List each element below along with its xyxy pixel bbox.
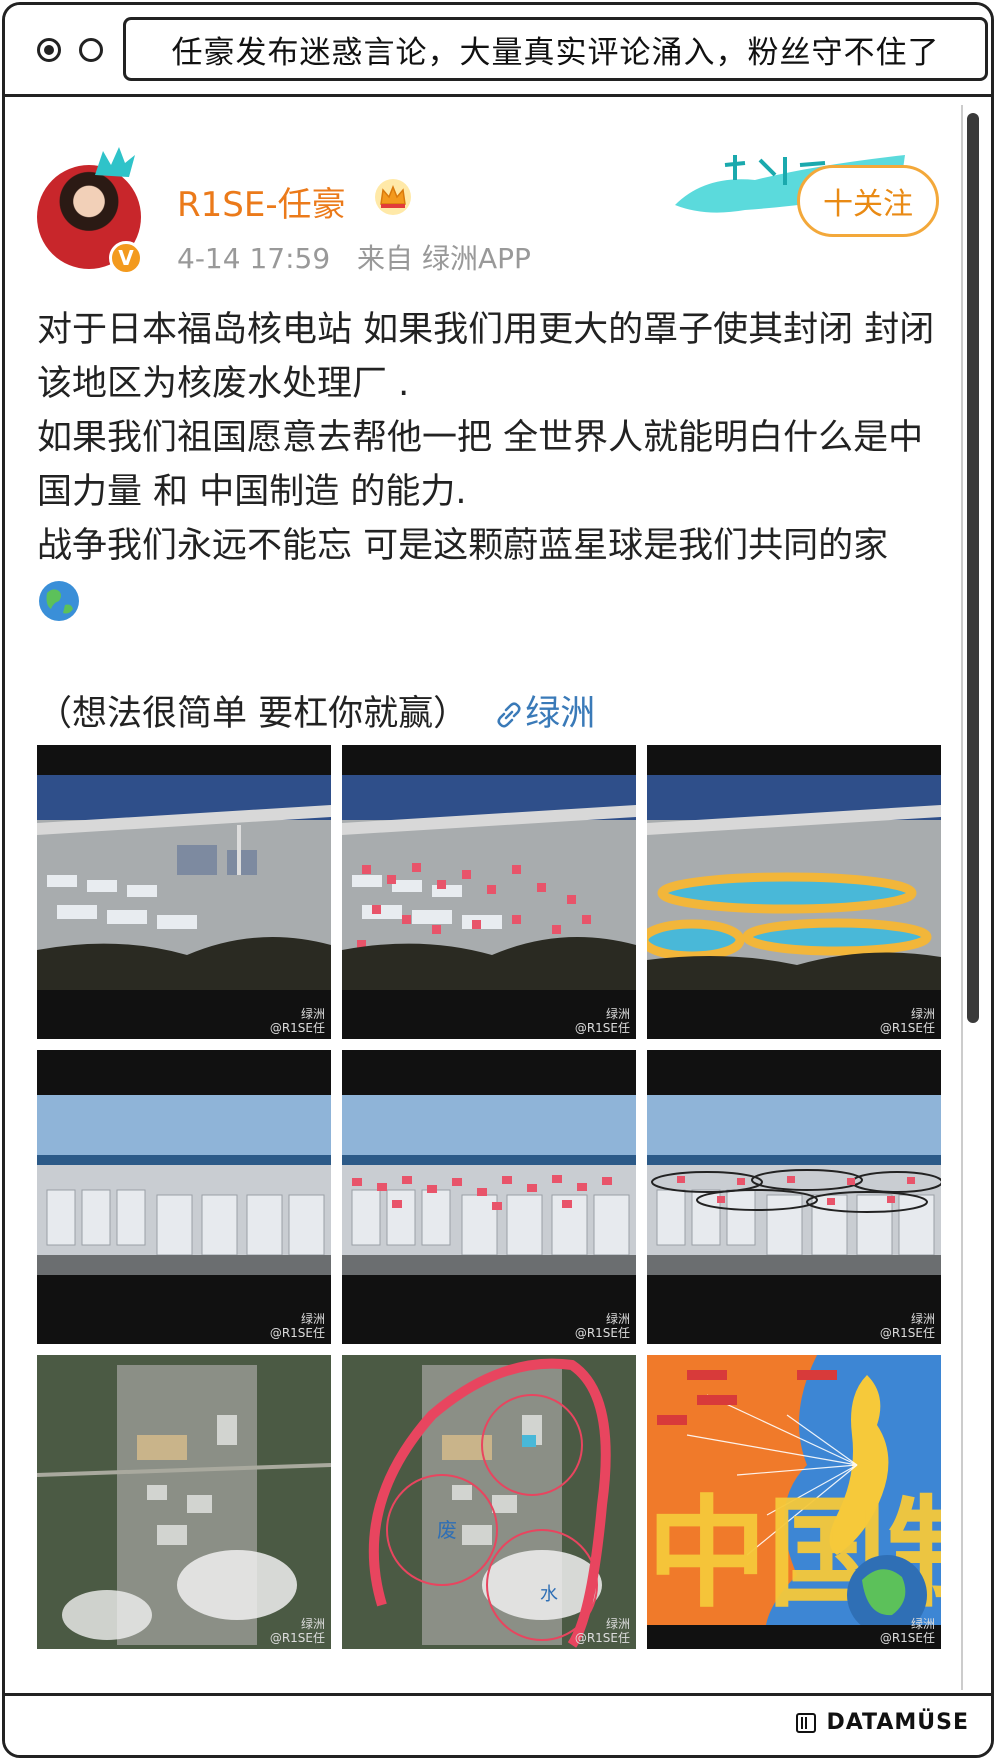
grid-image-6[interactable]: 绿洲 @R1SE任	[647, 1050, 941, 1344]
watermark: 绿洲 @R1SE任	[879, 1312, 935, 1340]
brand-icon	[796, 1712, 817, 1733]
avatar-crown-icon	[95, 147, 135, 177]
grid-image-5[interactable]: 绿洲 @R1SE任	[342, 1050, 636, 1344]
follow-button[interactable]: 十关注	[797, 165, 939, 237]
watermark: 绿洲 @R1SE任	[269, 1007, 325, 1035]
window-title: 任豪发布迷惑言论，大量真实评论涌入，粉丝守不住了	[123, 17, 988, 81]
post-tail-text: （想法很简单 要杠你就赢）	[37, 694, 469, 734]
radio-empty-icon[interactable]	[79, 38, 103, 62]
post-body: 对于日本福岛核电站 如果我们用更大的罩子使其封闭 封闭该地区为核废水处理厂 . …	[37, 303, 937, 627]
watermark: 绿洲 @R1SE任	[269, 1617, 325, 1645]
grid-image-9[interactable]: 中国制 绿洲@R1SE任	[647, 1355, 941, 1649]
watermark: 绿洲 @R1SE任	[879, 1617, 935, 1645]
post-source[interactable]: 来自 绿洲APP	[357, 242, 531, 275]
scrollbar-thumb[interactable]	[967, 113, 979, 1023]
post-line-1: 对于日本福岛核电站 如果我们用更大的罩子使其封闭 封闭该地区为核废水处理厂 .	[37, 310, 935, 404]
oasis-link[interactable]: 绿洲	[493, 694, 595, 734]
map-label-waste: 废	[437, 1518, 457, 1542]
watermark: 绿洲 @R1SE任	[574, 1007, 630, 1035]
brand-name: DATAMÜSE	[826, 1710, 969, 1735]
grid-image-1[interactable]: 绿洲 @R1SE任	[37, 745, 331, 1039]
grid-image-7[interactable]: 绿洲 @R1SE任	[37, 1355, 331, 1649]
post-line-2: 如果我们祖国愿意去帮他一把 全世界人就能明白什么是中国力量 和 中国制造 的能力…	[37, 418, 924, 512]
post-meta: 4-14 17:59 来自 绿洲APP	[177, 237, 549, 277]
post-time: 4-14 17:59	[177, 242, 331, 275]
map-label-water: 水	[540, 1584, 558, 1605]
watermark: 绿洲 @R1SE任	[269, 1312, 325, 1340]
grid-image-2[interactable]: 绿洲 @R1SE任	[342, 745, 636, 1039]
grid-image-8[interactable]: 废 水 绿洲 @R1SE任	[342, 1355, 636, 1649]
crown-icon	[375, 179, 411, 215]
link-icon	[497, 702, 521, 728]
footer: DATAMÜSE	[5, 1693, 991, 1755]
scrollbar[interactable]	[961, 105, 983, 1690]
username[interactable]: R1SE-任豪	[177, 177, 346, 226]
watermark: 绿洲 @R1SE任	[574, 1312, 630, 1340]
globe-icon	[39, 581, 79, 621]
image-grid: 绿洲 @R1SE任 绿洲 @R1SE任 绿洲 @R1SE任 绿洲 @R1SE任 …	[37, 745, 942, 1650]
brand-logo: DATAMÜSE	[794, 1710, 969, 1735]
window-frame: 任豪发布迷惑言论，大量真实评论涌入，粉丝守不住了 V R1SE-任豪 4-14 …	[2, 2, 994, 1758]
verified-badge-icon: V	[109, 241, 143, 275]
oasis-link-label: 绿洲	[525, 694, 596, 734]
title-bar: 任豪发布迷惑言论，大量真实评论涌入，粉丝守不住了	[5, 5, 991, 97]
post-line-3: 战争我们永远不能忘 可是这颗蔚蓝星球是我们共同的家	[37, 526, 889, 566]
post-tail: （想法很简单 要杠你就赢） 绿洲	[37, 685, 595, 736]
watermark: 绿洲 @R1SE任	[574, 1617, 630, 1645]
grid-image-4[interactable]: 绿洲 @R1SE任	[37, 1050, 331, 1344]
radio-selected-icon[interactable]	[37, 38, 61, 62]
grid-image-3[interactable]: 绿洲 @R1SE任	[647, 745, 941, 1039]
watermark: 绿洲 @R1SE任	[879, 1007, 935, 1035]
